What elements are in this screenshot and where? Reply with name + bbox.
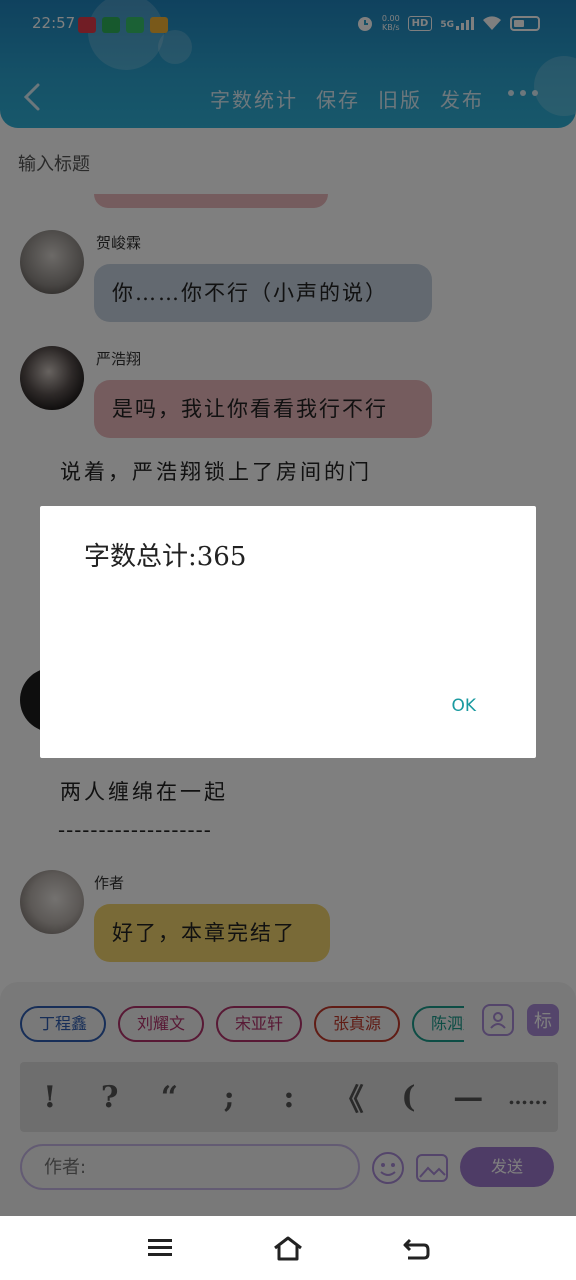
menu-icon[interactable] — [144, 1232, 176, 1264]
home-icon[interactable] — [272, 1232, 304, 1264]
back-icon[interactable] — [400, 1232, 432, 1264]
ok-button[interactable]: OK — [451, 696, 476, 716]
system-nav-bar — [0, 1216, 576, 1280]
word-count-dialog: 字数总计:365 OK — [40, 506, 536, 758]
dialog-message: 字数总计:365 — [84, 542, 247, 572]
